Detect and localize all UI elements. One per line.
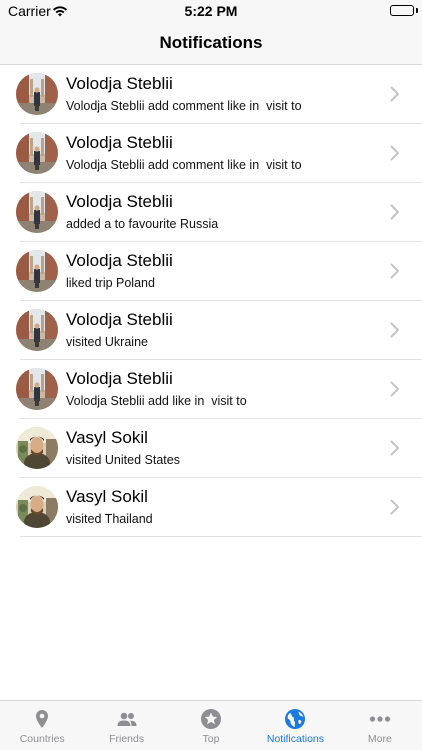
notification-row[interactable]: Volodja Steblii liked trip Poland <box>0 242 422 301</box>
chevron-right-icon <box>390 381 400 397</box>
notification-row[interactable]: Volodja Steblii Volodja Steblii add comme… <box>0 65 422 124</box>
notification-user-name: Vasyl Sokil <box>66 487 148 506</box>
notification-user-name: Volodja Steblii <box>66 133 173 152</box>
chevron-right-icon <box>390 322 400 338</box>
notification-user-name: Volodja Steblii <box>66 251 173 270</box>
navigation-bar: Notifications <box>0 22 422 65</box>
notification-row[interactable]: Volodja Steblii visited Ukraine <box>0 301 422 360</box>
notification-text: Volodja Steblii add comment like in visi… <box>66 99 302 113</box>
tab-bar: Countries Friends Top Notifications More <box>0 700 422 750</box>
chevron-right-icon <box>390 499 400 515</box>
notification-user-name: Volodja Steblii <box>66 192 173 211</box>
tab-notifications[interactable]: Notifications <box>253 701 337 750</box>
tab-label: Countries <box>19 733 65 745</box>
avatar <box>16 368 58 410</box>
notification-text: visited Ukraine <box>66 335 148 349</box>
notification-text: Volodja Steblii add like in visit to <box>66 394 247 408</box>
avatar <box>16 309 58 351</box>
notification-user-name: Vasyl Sokil <box>66 428 148 447</box>
notification-row[interactable]: Vasyl Sokil visited United States <box>0 419 422 478</box>
status-bar: Carrier 5:22 PM <box>0 0 422 22</box>
notifications-list: Volodja Steblii Volodja Steblii add comme… <box>0 65 422 537</box>
more-dots-icon <box>369 708 391 730</box>
avatar <box>16 486 58 528</box>
tab-label: Friends <box>109 733 145 745</box>
avatar <box>16 427 58 469</box>
chevron-right-icon <box>390 263 400 279</box>
globe-icon <box>284 708 306 730</box>
notification-row[interactable]: Volodja Steblii Volodja Steblii add like … <box>0 360 422 419</box>
notification-row[interactable]: Volodja Steblii Volodja Steblii add comme… <box>0 124 422 183</box>
chevron-right-icon <box>390 86 400 102</box>
avatar <box>16 191 58 233</box>
battery-icon <box>390 5 414 16</box>
notification-user-name: Volodja Steblii <box>66 310 173 329</box>
notification-text: visited United States <box>66 453 180 467</box>
tab-top[interactable]: Top <box>169 701 253 750</box>
chevron-right-icon <box>390 204 400 220</box>
chevron-right-icon <box>390 440 400 456</box>
location-pin-icon <box>31 708 53 730</box>
avatar <box>16 132 58 174</box>
notification-text: Volodja Steblii add comment like in visi… <box>66 158 302 172</box>
people-icon <box>116 708 138 730</box>
notification-user-name: Volodja Steblii <box>66 369 173 388</box>
status-time: 5:22 PM <box>184 3 238 19</box>
tab-more[interactable]: More <box>338 701 422 750</box>
notification-text: added a to favourite Russia <box>66 217 219 231</box>
notification-row[interactable]: Vasyl Sokil visited Thailand <box>0 478 422 537</box>
tab-label: More <box>367 733 392 745</box>
page-title: Notifications <box>159 33 263 52</box>
tab-label: Notifications <box>266 733 325 745</box>
chevron-right-icon <box>390 145 400 161</box>
notification-user-name: Volodja Steblii <box>66 74 173 93</box>
tab-countries[interactable]: Countries <box>0 701 84 750</box>
avatar <box>16 250 58 292</box>
tab-label: Top <box>202 733 220 745</box>
notification-text: liked trip Poland <box>66 276 155 290</box>
tab-friends[interactable]: Friends <box>84 701 168 750</box>
notification-row[interactable]: Volodja Steblii added a to favourite Russ… <box>0 183 422 242</box>
star-icon <box>200 708 222 730</box>
notification-text: visited Thailand <box>66 512 153 526</box>
avatar <box>16 73 58 115</box>
